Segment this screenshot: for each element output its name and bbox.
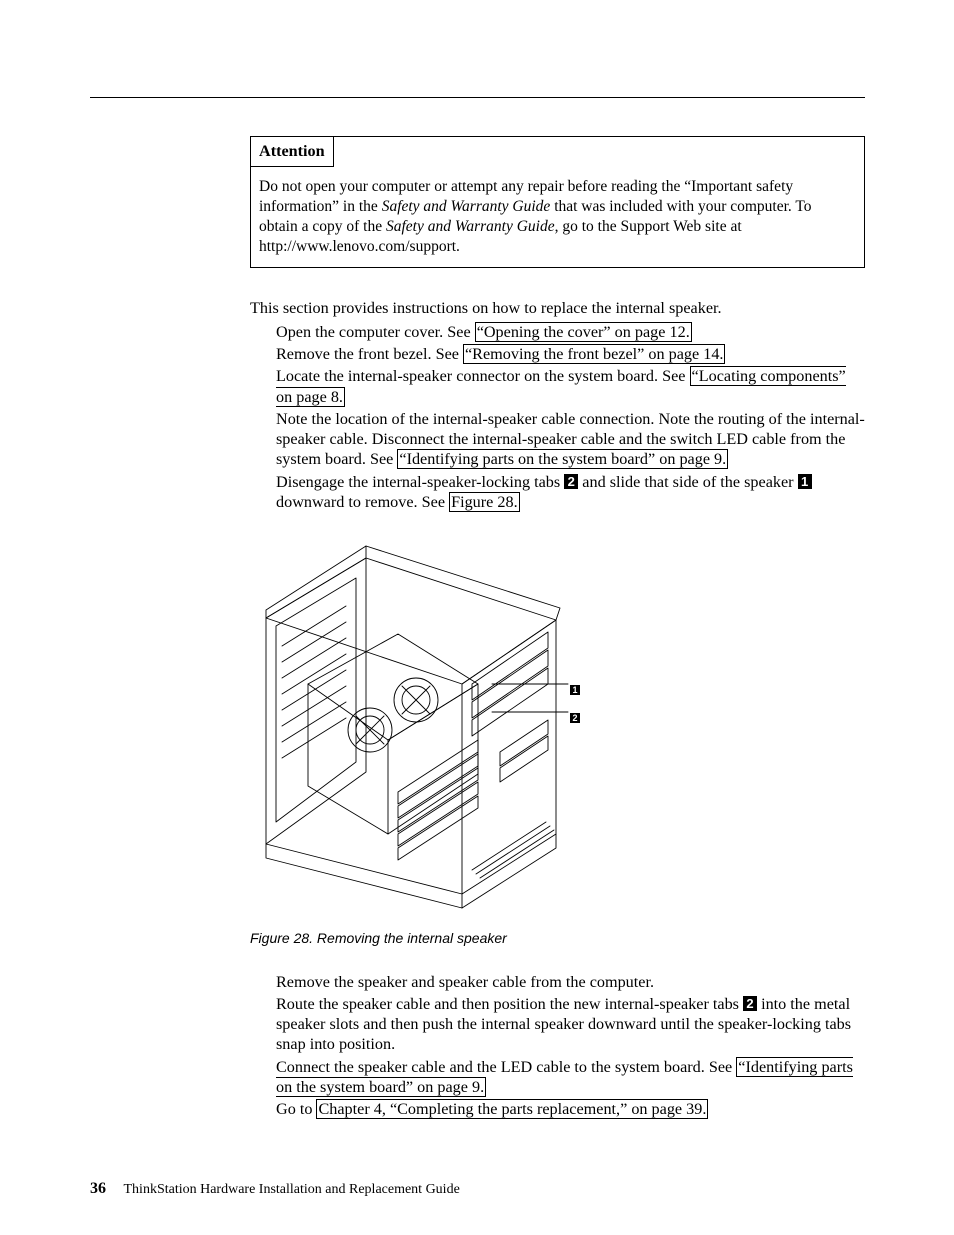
- callout-number: 1: [570, 685, 580, 695]
- step-text: Locate the internal-speaker connector on…: [276, 367, 690, 385]
- xref-link[interactable]: Figure 28.: [449, 492, 520, 512]
- book-title: ThinkStation Hardware Installation and R…: [124, 1182, 460, 1197]
- steps-list-b: Remove the speaker and speaker cable fro…: [250, 972, 865, 1120]
- figure-callout-1: 1: [570, 678, 580, 698]
- xref-link[interactable]: “Opening the cover” on page 12.: [475, 322, 692, 342]
- step-3: Locate the internal-speaker connector on…: [276, 366, 865, 407]
- figure-caption: Figure 28. Removing the internal speaker: [250, 930, 865, 948]
- content-area: Attention Do not open your computer or a…: [250, 136, 865, 1121]
- step-text: downward to remove. See: [276, 493, 449, 511]
- step-4: Note the location of the internal-speake…: [276, 409, 865, 470]
- step-text: Connect the speaker cable and the LED ca…: [276, 1058, 736, 1076]
- xref-link[interactable]: “Removing the front bezel” on page 14.: [463, 344, 725, 364]
- callout-number: 1: [798, 474, 812, 489]
- step-text: Go to: [276, 1100, 316, 1118]
- intro-paragraph: This section provides instructions on ho…: [250, 298, 865, 318]
- callout-number: 2: [564, 474, 578, 489]
- figure-illustration: 1 2: [248, 534, 594, 916]
- attention-guide-title-2: Safety and Warranty Guide: [386, 218, 555, 235]
- step-9: Go to Chapter 4, “Completing the parts r…: [276, 1099, 865, 1119]
- attention-title: Attention: [251, 137, 334, 167]
- attention-box: Attention Do not open your computer or a…: [250, 136, 865, 268]
- step-8: Connect the speaker cable and the LED ca…: [276, 1057, 865, 1098]
- step-text: and slide that side of the speaker: [582, 473, 797, 491]
- header-rule: [90, 97, 865, 98]
- step-1: Open the computer cover. See “Opening th…: [276, 322, 865, 342]
- step-text: Open the computer cover. See: [276, 323, 475, 341]
- step-2: Remove the front bezel. See “Removing th…: [276, 344, 865, 364]
- computer-tower-illustration-svg: [248, 534, 594, 916]
- xref-link[interactable]: Chapter 4, “Completing the parts replace…: [316, 1099, 708, 1119]
- figure-callout-2: 2: [570, 706, 580, 726]
- xref-link[interactable]: “Identifying parts on the system board” …: [397, 449, 728, 469]
- attention-body: Do not open your computer or attempt any…: [251, 167, 864, 266]
- step-6: Remove the speaker and speaker cable fro…: [276, 972, 865, 992]
- page-footer: 36 ThinkStation Hardware Installation an…: [90, 1179, 460, 1199]
- step-text: Route the speaker cable and then positio…: [276, 995, 743, 1013]
- figure-area: 1 2 Figure 28. Removing the internal spe…: [250, 534, 865, 948]
- step-text: Remove the front bezel. See: [276, 345, 463, 363]
- step-text: Remove the speaker and speaker cable fro…: [276, 973, 654, 991]
- steps-list-a: Open the computer cover. See “Opening th…: [250, 322, 865, 512]
- step-5: Disengage the internal-speaker-locking t…: [276, 472, 865, 513]
- page-number: 36: [90, 1180, 106, 1197]
- step-7: Route the speaker cable and then positio…: [276, 994, 865, 1055]
- step-text: Disengage the internal-speaker-locking t…: [276, 473, 564, 491]
- callout-number: 2: [743, 996, 757, 1011]
- page: Attention Do not open your computer or a…: [0, 0, 954, 1235]
- callout-number: 2: [570, 713, 580, 723]
- attention-guide-title-1: Safety and Warranty Guide: [382, 198, 551, 215]
